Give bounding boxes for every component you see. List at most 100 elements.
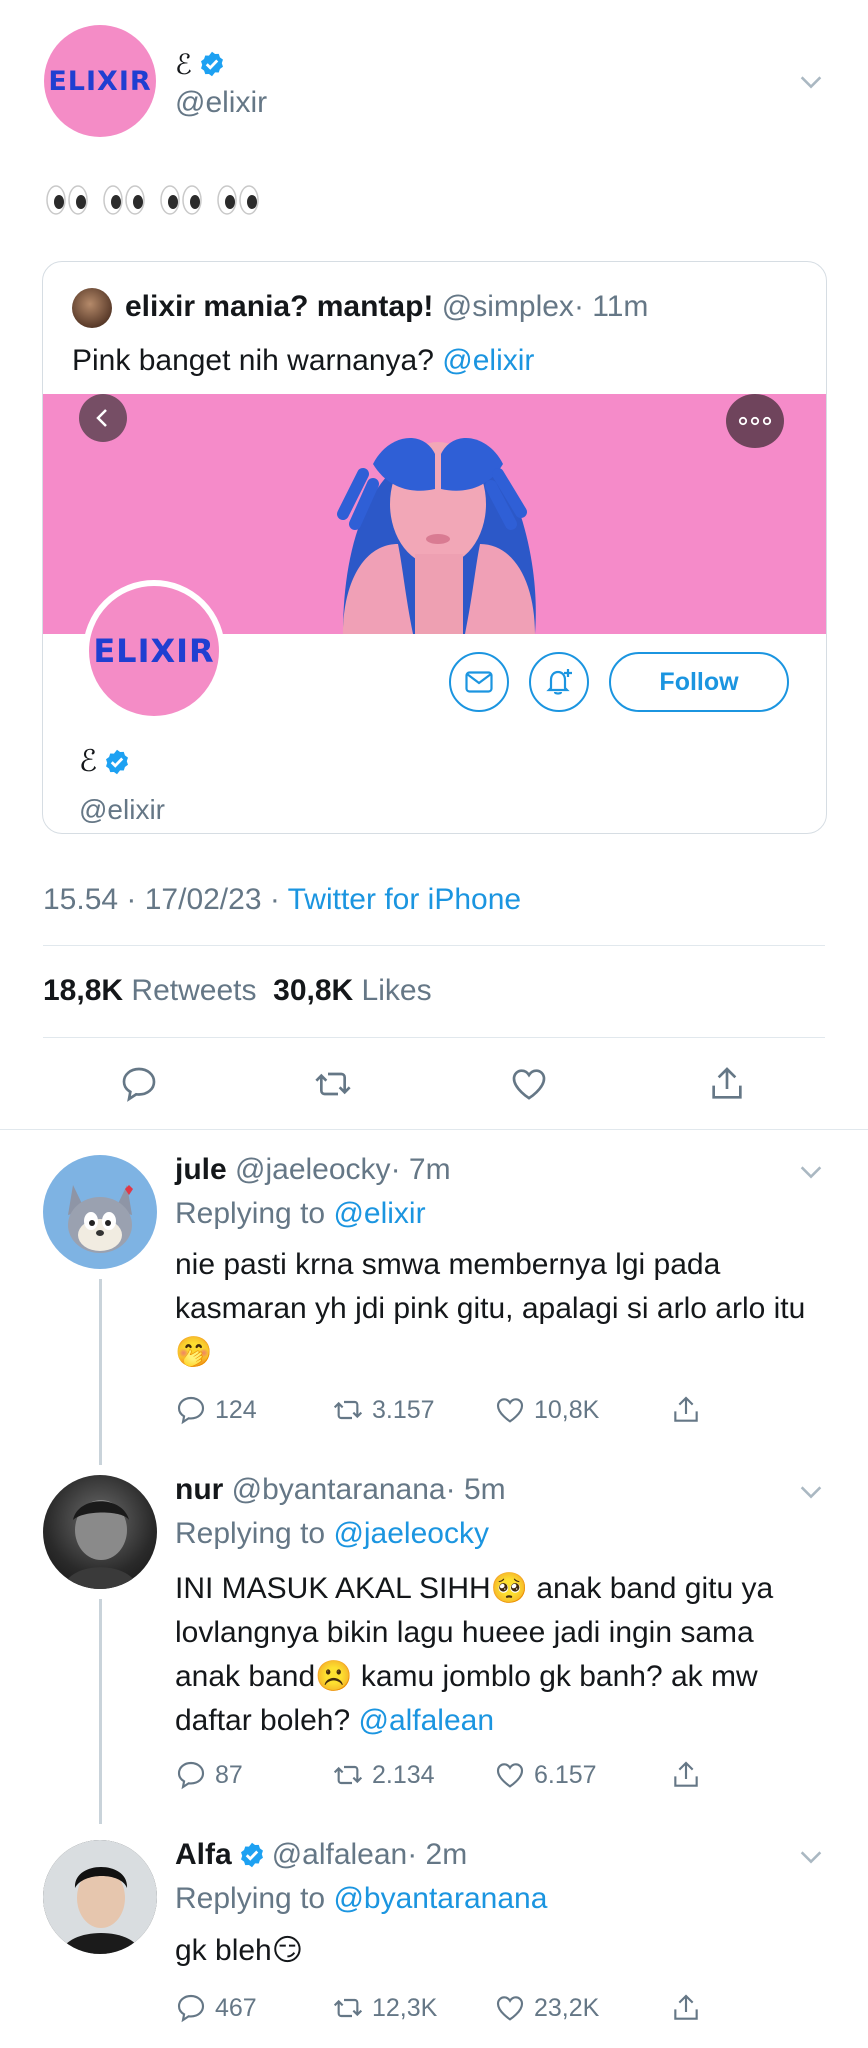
- replying-to-row: Replying to @jaeleocky: [175, 1517, 489, 1550]
- heart-icon: [496, 1763, 524, 1788]
- reply-header: Alfa @alfalean· 2m: [175, 1838, 467, 1872]
- reply-text: nie pasti krna smwa membernya lgi pada k…: [175, 1248, 806, 1369]
- retweet-count[interactable]: 3.157: [332, 1394, 494, 1426]
- tweet-source-link[interactable]: Twitter for iPhone: [288, 883, 521, 916]
- reply-handle[interactable]: @byantaranana: [232, 1473, 446, 1506]
- replying-to-link[interactable]: @byantaranana: [333, 1882, 547, 1915]
- quoted-header: elixir mania? mantap! @simplex· 11m: [125, 290, 648, 324]
- divider: [43, 1037, 825, 1038]
- reply-avatar[interactable]: [43, 1840, 157, 1954]
- main-tweet-body: 👀👀👀👀: [43, 180, 265, 220]
- reply-count[interactable]: 87: [175, 1759, 332, 1791]
- banner-more-button[interactable]: [726, 394, 784, 448]
- main-avatar[interactable]: ELIXIR: [44, 25, 156, 137]
- share-button[interactable]: [670, 1394, 702, 1426]
- person-photo-avatar-image: [63, 1500, 138, 1589]
- chevron-down-icon[interactable]: [797, 1843, 825, 1871]
- chevron-down-icon[interactable]: [797, 1158, 825, 1186]
- profile-display-name: ℰ: [79, 744, 98, 779]
- bell-plus-icon: [546, 669, 572, 695]
- profile-avatar-logo-text: ELIXIR: [93, 632, 215, 670]
- reply-icon: [177, 1994, 205, 2023]
- mention-link[interactable]: @alfalean: [358, 1704, 494, 1737]
- replying-to-row: Replying to @byantaranana: [175, 1882, 548, 1915]
- profile-handle: @elixir: [79, 794, 165, 825]
- avatar-logo-text: ELIXIR: [48, 65, 152, 97]
- main-display-name-row[interactable]: ℰ: [175, 44, 226, 84]
- heart-icon: [496, 1398, 524, 1423]
- verified-badge-icon: [106, 749, 129, 774]
- reply-actions: 124 3.157 10,8K: [175, 1394, 715, 1426]
- share-icon: [674, 1396, 698, 1422]
- eyes-emoji-icon: [46, 185, 259, 215]
- verified-badge-icon: [200, 51, 223, 77]
- main-handle[interactable]: @elixir: [175, 86, 267, 120]
- reply-actions: 87 2.134 6.157: [175, 1759, 715, 1791]
- retweet-icon: [333, 1998, 363, 2018]
- chevron-left-icon: [96, 409, 107, 427]
- notification-button[interactable]: [529, 652, 589, 712]
- reply-avatar[interactable]: [43, 1475, 157, 1589]
- profile-name-row: ℰ: [79, 744, 131, 779]
- reply-time: · 2m: [407, 1838, 468, 1871]
- quoted-handle: @simplex: [441, 290, 574, 323]
- like-count[interactable]: 6.157: [494, 1759, 670, 1791]
- banner-back-button[interactable]: [79, 394, 127, 442]
- reply-icon[interactable]: [119, 1064, 159, 1104]
- reply-count[interactable]: 467: [175, 1992, 332, 2024]
- follow-button[interactable]: Follow: [609, 652, 789, 712]
- quoted-display-name: elixir mania? mantap!: [125, 290, 434, 323]
- retweet-count[interactable]: 2.134: [332, 1759, 494, 1791]
- replying-to-link[interactable]: @jaeleocky: [333, 1517, 489, 1550]
- like-count[interactable]: 23,2K: [494, 1992, 670, 2024]
- share-button[interactable]: [670, 1759, 702, 1791]
- tweet-stats-row: 18,8K Retweets 30,8K Likes: [43, 974, 432, 1008]
- thread-line: [99, 1599, 102, 1824]
- verified-badge-icon: [240, 1842, 263, 1868]
- reply-time: · 5m: [445, 1473, 506, 1506]
- heart-icon: [496, 1996, 524, 2021]
- tweet-timestamp-row: 15.54 · 17/02/23 · Twitter for iPhone: [43, 883, 521, 917]
- main-display-name: ℰ: [175, 47, 192, 81]
- replying-to-link[interactable]: @elixir: [333, 1197, 425, 1230]
- share-icon: [674, 1994, 698, 2020]
- reply-display-name[interactable]: Alfa: [175, 1838, 232, 1872]
- reply-time: · 7m: [390, 1153, 451, 1186]
- reply-display-name[interactable]: nur: [175, 1473, 223, 1506]
- more-dots-icon: [738, 416, 772, 426]
- reply-avatar[interactable]: [43, 1155, 157, 1269]
- retweet-icon[interactable]: [313, 1064, 353, 1104]
- chevron-down-icon[interactable]: [797, 68, 825, 96]
- retweet-icon: [333, 1765, 363, 1785]
- reply-actions: 467 12,3K 23,2K: [175, 1992, 715, 2024]
- likes-stat[interactable]: 30,8K Likes: [273, 974, 431, 1007]
- reply-icon: [177, 1761, 205, 1790]
- like-count[interactable]: 10,8K: [494, 1394, 670, 1426]
- person-photo-avatar-image: [43, 1840, 157, 1954]
- reply-handle[interactable]: @jaeleocky: [235, 1153, 391, 1186]
- reply-text: INI MASUK AKAL SIHH🥺 anak band gitu ya l…: [175, 1572, 774, 1737]
- follow-button-label: Follow: [659, 667, 739, 696]
- retweet-count[interactable]: 12,3K: [332, 1992, 494, 2024]
- message-button[interactable]: [449, 652, 509, 712]
- quoted-author-avatar: [72, 288, 112, 328]
- reply-count[interactable]: 124: [175, 1394, 332, 1426]
- profile-avatar[interactable]: ELIXIR: [83, 580, 225, 722]
- cartoon-cat-avatar-image: [68, 1185, 133, 1253]
- envelope-icon: [465, 671, 493, 693]
- reply-header: jule @jaeleocky· 7m: [175, 1153, 451, 1187]
- quoted-mention-link[interactable]: @elixir: [442, 344, 534, 377]
- replying-to-row: Replying to @elixir: [175, 1197, 426, 1230]
- share-button[interactable]: [670, 1992, 702, 2024]
- quoted-text: Pink banget nih warnanya? @elixir: [72, 344, 535, 377]
- reply-text: gk bleh😏: [175, 1934, 304, 1967]
- reply-display-name[interactable]: jule: [175, 1153, 227, 1186]
- retweets-stat[interactable]: 18,8K Retweets: [43, 974, 256, 1007]
- heart-icon[interactable]: [509, 1064, 549, 1104]
- quoted-tweet-card[interactable]: elixir mania? mantap! @simplex· 11m Pink…: [42, 261, 827, 834]
- share-icon[interactable]: [707, 1064, 747, 1104]
- reply-handle[interactable]: @alfalean: [272, 1838, 408, 1871]
- chevron-down-icon[interactable]: [797, 1478, 825, 1506]
- reply-icon: [177, 1396, 205, 1425]
- retweet-icon: [333, 1400, 363, 1420]
